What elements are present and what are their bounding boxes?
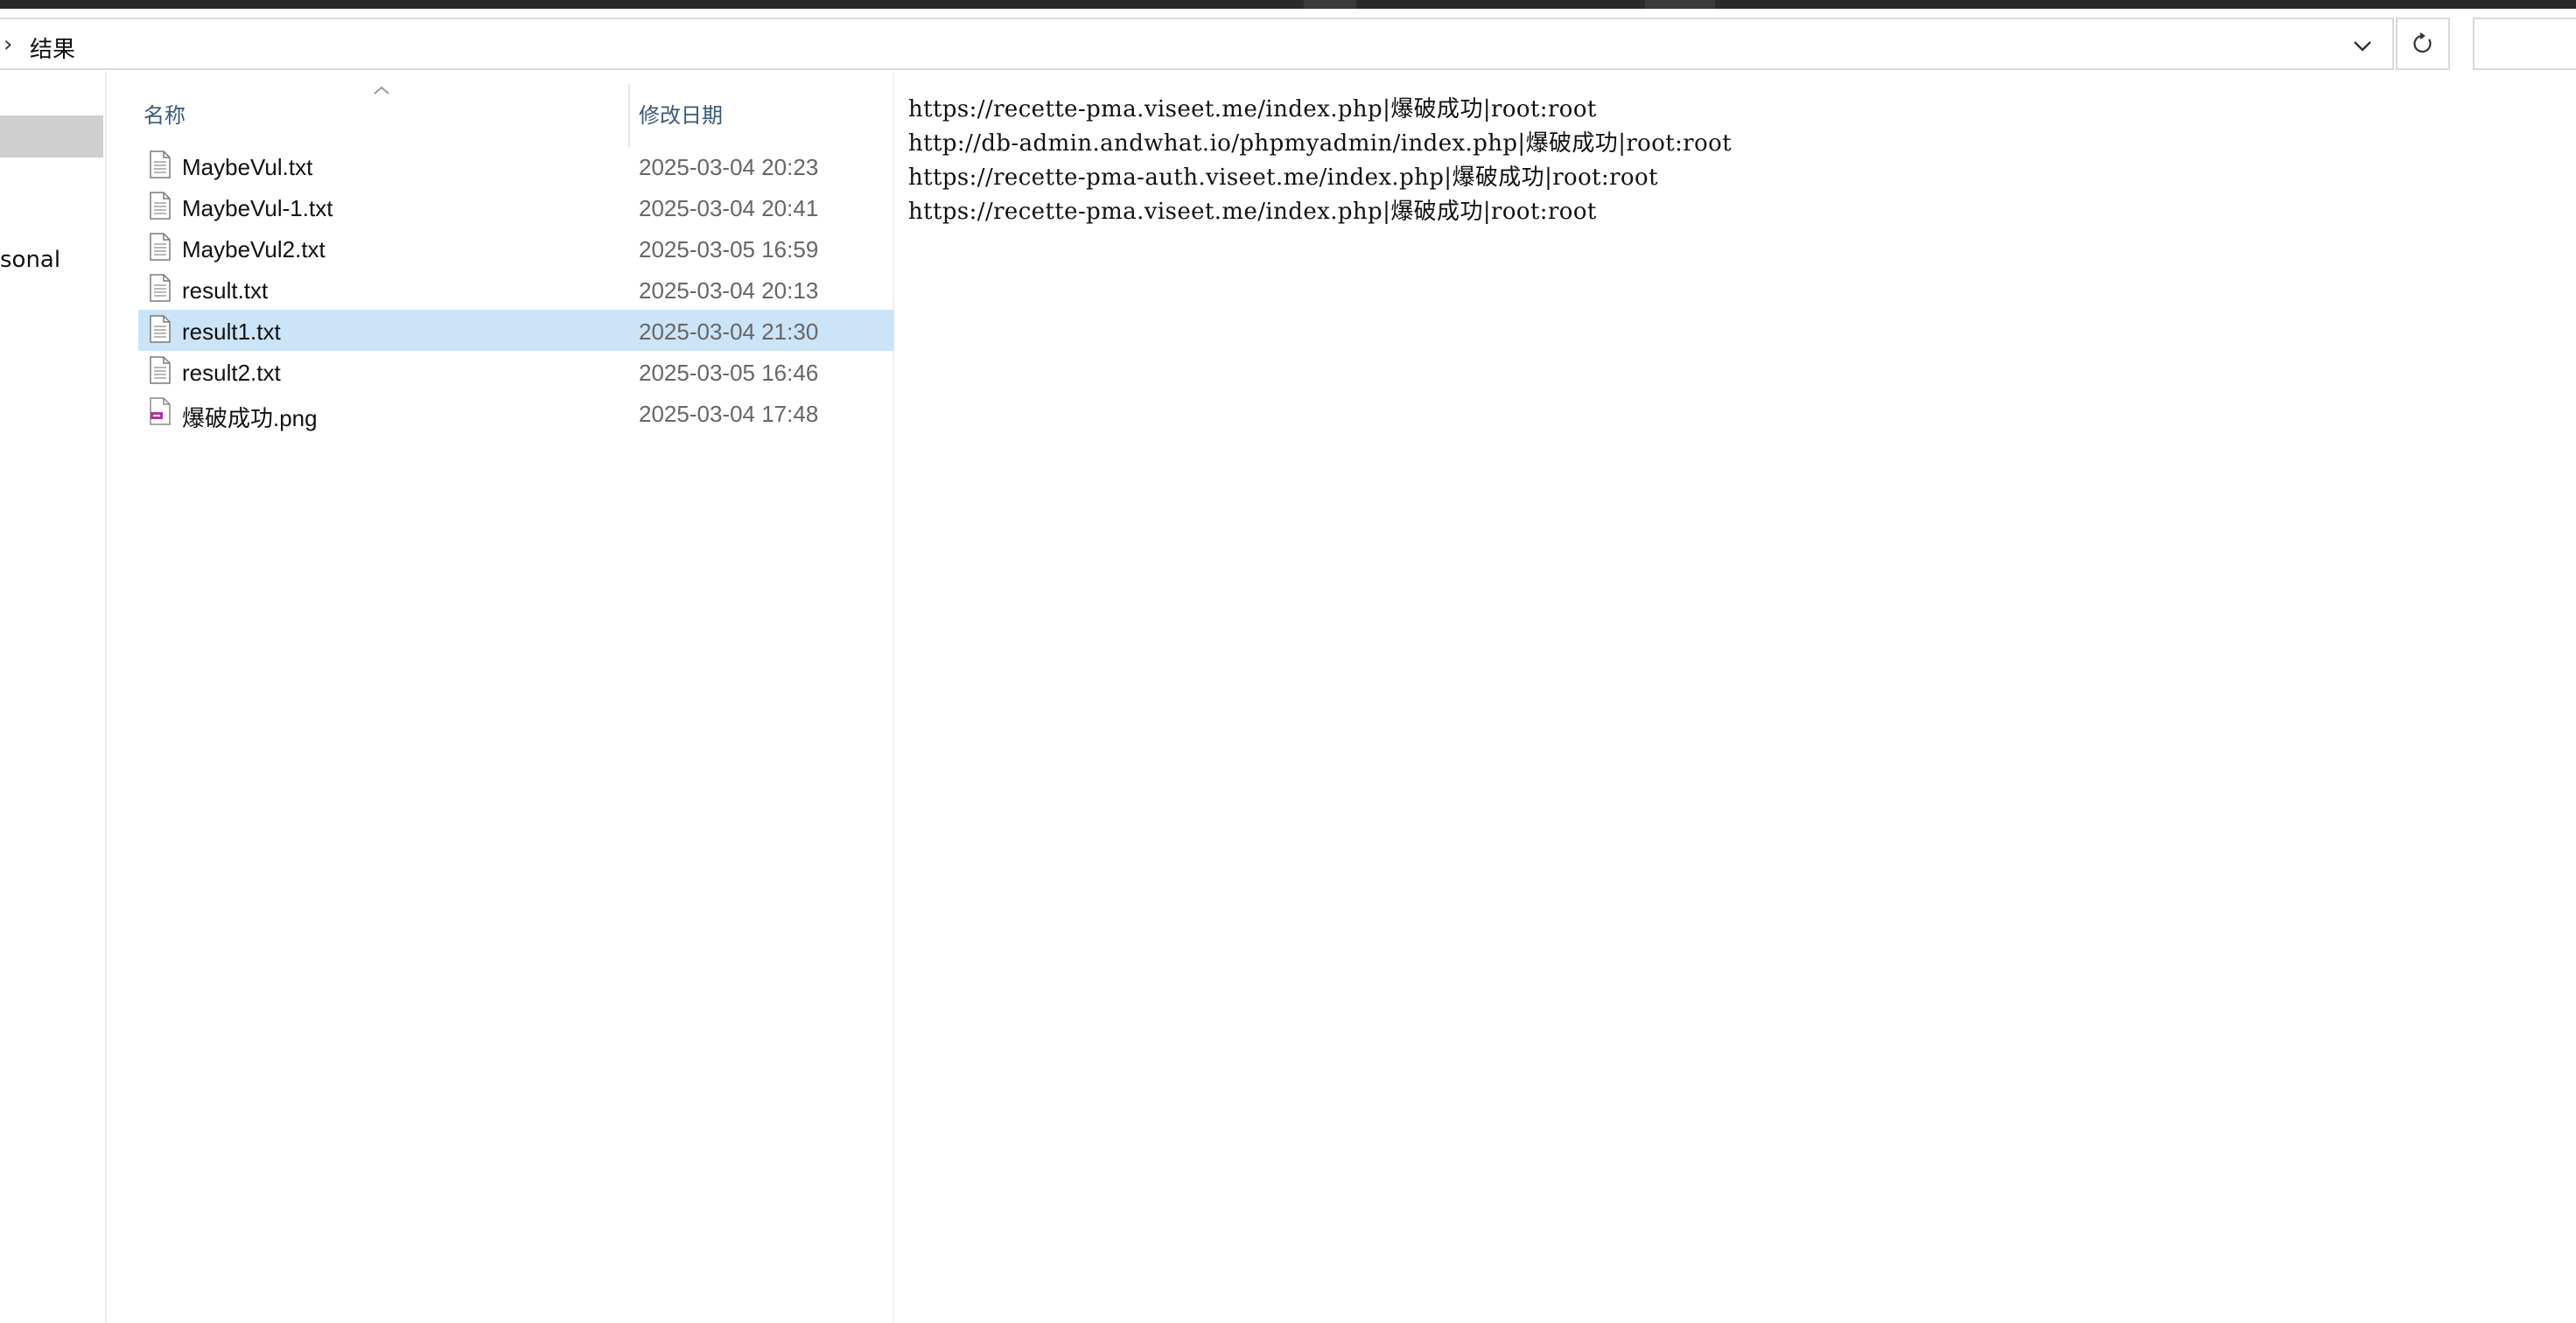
sort-ascending-icon bbox=[374, 86, 389, 94]
nav-item-personal[interactable]: sonal bbox=[0, 247, 60, 273]
search-input[interactable] bbox=[2473, 18, 2576, 70]
file-name: result2.txt bbox=[182, 360, 281, 386]
top-strip-segment bbox=[1645, 0, 1715, 9]
text-file-icon bbox=[150, 356, 171, 384]
file-modified-date: 2025-03-04 20:41 bbox=[639, 195, 819, 221]
nav-item-selected[interactable] bbox=[0, 116, 103, 158]
file-name: MaybeVul-1.txt bbox=[182, 195, 333, 221]
file-name: result1.txt bbox=[182, 318, 281, 345]
file-row[interactable]: result1.txt 2025-03-04 21:30 bbox=[138, 310, 894, 351]
address-history-dropdown[interactable] bbox=[2345, 33, 2380, 60]
file-name: MaybeVul.txt bbox=[182, 154, 313, 180]
refresh-button[interactable] bbox=[2396, 18, 2450, 70]
file-modified-date: 2025-03-04 21:30 bbox=[639, 318, 819, 345]
file-modified-date: 2025-03-04 20:13 bbox=[639, 277, 819, 304]
column-header-date-modified[interactable]: 修改日期 bbox=[639, 98, 723, 129]
text-file-icon bbox=[150, 233, 171, 261]
breadcrumb-folder[interactable]: 结果 bbox=[30, 32, 75, 64]
preview-text-line: https://recette-pma.viseet.me/index.php|… bbox=[908, 96, 1597, 122]
image-file-icon bbox=[150, 397, 171, 425]
preview-text-line: http://db-admin.andwhat.io/phpmyadmin/in… bbox=[908, 130, 1732, 157]
refresh-icon bbox=[2413, 32, 2432, 53]
address-bar[interactable]: › 结果 bbox=[0, 18, 2394, 70]
navigation-pane: sonal bbox=[0, 72, 107, 1323]
preview-text-line: https://recette-pma.viseet.me/index.php|… bbox=[908, 199, 1597, 225]
file-row[interactable]: 爆破成功.png 2025-03-04 17:48 bbox=[138, 392, 894, 433]
file-list-pane: 名称 修改日期 MaybeVul.txt 2025-03-04 20:23 Mayb… bbox=[107, 72, 894, 1323]
file-modified-date: 2025-03-05 16:59 bbox=[639, 236, 819, 262]
file-name: MaybeVul2.txt bbox=[182, 236, 326, 262]
file-modified-date: 2025-03-04 20:23 bbox=[639, 154, 819, 180]
file-modified-date: 2025-03-05 16:46 bbox=[639, 360, 819, 386]
file-rows: MaybeVul.txt 2025-03-04 20:23 MaybeVul-1.t… bbox=[138, 145, 894, 433]
column-header-name[interactable]: 名称 bbox=[144, 98, 186, 129]
file-row[interactable]: result2.txt 2025-03-05 16:46 bbox=[138, 351, 894, 392]
text-file-icon bbox=[150, 150, 171, 178]
preview-text-line: https://recette-pma-auth.viseet.me/index… bbox=[908, 164, 1658, 191]
address-bar-row: › 结果 bbox=[0, 9, 2576, 72]
file-row[interactable]: MaybeVul2.txt 2025-03-05 16:59 bbox=[138, 228, 894, 269]
text-file-icon bbox=[150, 274, 171, 302]
text-file-icon bbox=[150, 315, 171, 343]
explorer-window: › 结果 sonal 名称 修改日期 MaybeVul.txt 2025-03-… bbox=[0, 9, 2576, 1323]
preview-pane: https://recette-pma.viseet.me/index.php|… bbox=[896, 72, 2576, 1323]
top-strip bbox=[0, 0, 2576, 9]
file-name: result.txt bbox=[182, 277, 269, 304]
file-modified-date: 2025-03-04 17:48 bbox=[639, 401, 819, 427]
file-row[interactable]: MaybeVul.txt 2025-03-04 20:23 bbox=[138, 145, 894, 186]
file-row[interactable]: result.txt 2025-03-04 20:13 bbox=[138, 269, 894, 310]
text-file-icon bbox=[150, 192, 171, 220]
file-name: 爆破成功.png bbox=[182, 405, 318, 431]
breadcrumb-chevron-icon[interactable]: › bbox=[4, 32, 12, 58]
column-separator[interactable] bbox=[628, 84, 630, 147]
chevron-down-icon bbox=[2354, 41, 2371, 52]
top-strip-segment bbox=[1304, 0, 1356, 9]
file-row[interactable]: MaybeVul-1.txt 2025-03-04 20:41 bbox=[138, 186, 894, 228]
